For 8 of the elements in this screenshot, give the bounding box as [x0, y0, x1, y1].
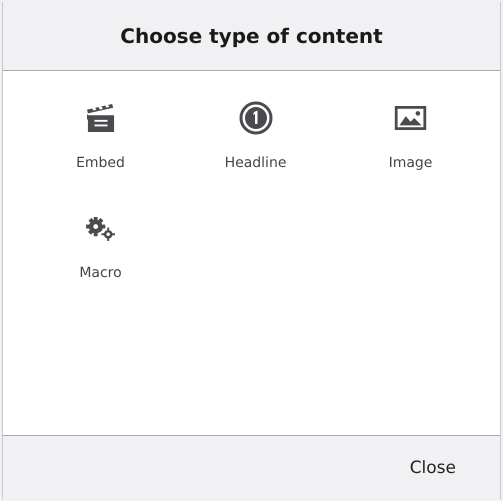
clapperboard-icon — [86, 101, 116, 135]
content-type-option[interactable]: Macro — [23, 211, 178, 281]
content-type-option[interactable]: Headline — [178, 101, 333, 171]
content-type-option[interactable]: Embed — [23, 101, 178, 171]
dialog-title: Choose type of content — [120, 24, 383, 48]
close-button[interactable]: Close — [404, 454, 462, 482]
content-type-option[interactable]: Image — [333, 101, 488, 171]
numbered-circle-icon — [238, 101, 272, 135]
